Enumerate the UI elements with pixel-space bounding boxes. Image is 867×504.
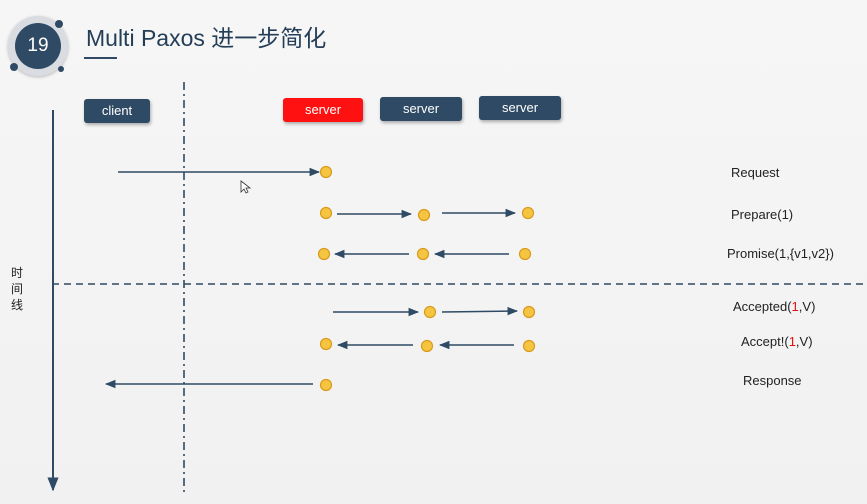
message-label-request: Request [731, 165, 780, 180]
message-label-response: Response [743, 373, 802, 388]
timeline-axis-label: 时间线 [11, 266, 24, 312]
message-dot [317, 247, 331, 261]
message-label-prepare: Prepare(1) [731, 207, 794, 222]
message-dot [319, 206, 333, 220]
message-dot [521, 206, 535, 220]
slide: 19 Multi Paxos 进一步简化 client server serve… [0, 0, 867, 504]
accept-suffix: ,V) [795, 334, 813, 349]
message-dot [319, 378, 333, 392]
message-dot [319, 165, 333, 179]
accepted-suffix: ,V) [798, 299, 816, 314]
mouse-pointer-icon [240, 180, 252, 194]
message-dot [416, 247, 430, 261]
message-label-promise: Promise(1,{v1,v2}) [727, 246, 834, 261]
message-label-accepted: Accepted(1,V) [733, 299, 815, 314]
message-dot [522, 339, 536, 353]
accepted-number: 1 [791, 299, 799, 314]
accepted-arrow-2 [441, 306, 519, 316]
message-dot [417, 208, 431, 222]
message-dot [423, 305, 437, 319]
message-dot [420, 339, 434, 353]
message-dot [319, 337, 333, 351]
message-dot [522, 305, 536, 319]
accept-prefix: Accept!( [741, 334, 789, 349]
accept-number: 1 [788, 334, 796, 349]
accepted-prefix: Accepted( [733, 299, 792, 314]
message-label-accept: Accept!(1,V) [741, 334, 813, 349]
message-dot [518, 247, 532, 261]
